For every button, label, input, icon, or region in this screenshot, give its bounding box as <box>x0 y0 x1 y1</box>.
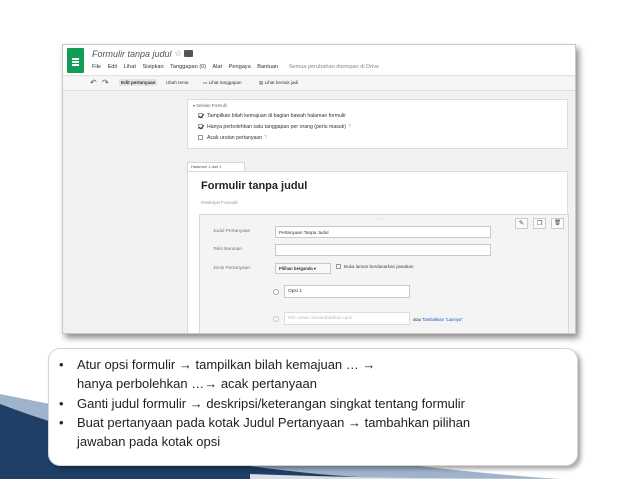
help-icon[interactable]: ? <box>348 124 351 130</box>
undo-icon[interactable]: ↶ <box>90 79 97 87</box>
progress-bar-option-label: Tampilkan bilah kemajuan di bagian bawah… <box>207 113 346 119</box>
add-other-prefix: atau <box>413 317 422 322</box>
shuffle-questions-option[interactable]: Acak urutan pertanyaan? <box>198 135 267 141</box>
option-1-input[interactable]: Opsi 1 <box>284 285 410 298</box>
view-live-form-label: Lihat bentuk jadi <box>264 80 299 85</box>
menu-help[interactable]: Bantuan <box>257 64 278 70</box>
bullet-1-line-2: hanya perbolehkan …→ acak pertanyaan <box>77 376 317 391</box>
question-title-label: Judul Pertanyaan <box>213 229 251 234</box>
slide: Formulir tanpa judul ☆ File Edit Lihat S… <box>0 0 638 479</box>
checkbox-icon[interactable] <box>198 113 203 118</box>
question-editor: :::: ✎ ❐ 🗑 Judul Pertanyaan Pertanyaan T… <box>199 214 569 333</box>
radio-icon <box>273 289 279 295</box>
form-card: Formulir tanpa judul Deskripsi Formulir … <box>187 171 569 333</box>
delete-icon[interactable]: 🗑 <box>551 218 564 229</box>
form-description-field[interactable]: Deskripsi Formulir <box>201 200 238 205</box>
question-type-value: Pilihan berganda <box>279 266 313 271</box>
menu-responses[interactable]: Tanggapan (0) <box>170 64 206 70</box>
help-text-label: Teks Bantuan <box>213 247 243 252</box>
instructions-callout: • Atur opsi formulir → tampilkan bilah k… <box>48 348 578 466</box>
checkbox-icon[interactable] <box>198 124 203 129</box>
bullet-3-line-2: jawaban pada kotak opsi <box>77 434 221 449</box>
form-settings-title[interactable]: ▾ Setelan Formulir <box>193 103 227 108</box>
menu-edit[interactable]: Edit <box>108 64 118 70</box>
menu-view[interactable]: Lihat <box>124 64 136 70</box>
edit-icon[interactable]: ✎ <box>515 218 528 229</box>
menu-tools[interactable]: Alat <box>212 64 222 70</box>
redo-icon[interactable]: ↷ <box>102 79 109 87</box>
folder-icon[interactable] <box>184 50 193 57</box>
bullet-1-line-1: Atur opsi formulir → tampilkan bilah kem… <box>77 357 376 372</box>
toolbar: ↶ ↷ Edit pertanyaan Ubah tema ▭ Lihat ta… <box>63 77 575 91</box>
bullet-marker: • <box>59 357 64 372</box>
add-option-input[interactable]: Klik untuk menambahkan opsi <box>284 312 410 325</box>
app-header: Formulir tanpa judul ☆ File Edit Lihat S… <box>63 45 575 76</box>
forms-screenshot: Formulir tanpa judul ☆ File Edit Lihat S… <box>62 44 576 334</box>
bullet-2-line-1: Ganti judul formulir → deskripsi/keteran… <box>77 396 466 411</box>
checkbox-icon[interactable] <box>336 264 341 269</box>
goto-page-label: Buka laman berdasarkan jawaban <box>344 264 414 269</box>
page-label: Halaman 1 dari 1 <box>187 162 245 171</box>
form-title[interactable]: Formulir tanpa judul <box>201 180 307 192</box>
change-theme-button[interactable]: Ubah tema <box>166 80 188 85</box>
bullet-marker: • <box>59 415 64 430</box>
radio-icon <box>273 316 279 322</box>
form-settings-title-text: Setelan Formulir <box>196 103 227 108</box>
question-title-input[interactable]: Pertanyaan Tanpa Judul <box>275 226 491 238</box>
duplicate-icon[interactable]: ❐ <box>533 218 546 229</box>
one-response-option-label: Hanya perbolehkan satu tanggapan per ora… <box>207 124 346 130</box>
view-live-form-button[interactable]: ▤ Lihat bentuk jadi <box>259 80 298 86</box>
question-type-select[interactable]: Pilihan berganda ▾ <box>275 263 331 274</box>
google-forms-icon[interactable] <box>67 48 84 73</box>
help-icon[interactable]: ? <box>264 135 267 141</box>
edit-questions-button[interactable]: Edit pertanyaan <box>119 79 158 86</box>
star-icon[interactable]: ☆ <box>174 48 182 59</box>
bullet-marker: • <box>59 396 64 411</box>
menu-file[interactable]: File <box>92 64 101 70</box>
view-responses-button[interactable]: ▭ Lihat tanggapan <box>203 80 242 86</box>
chevron-down-icon: ▾ <box>313 266 317 271</box>
add-other-text: atau Tambahkan "Lainnya" <box>413 317 463 322</box>
add-other-link[interactable]: Tambahkan "Lainnya" <box>422 317 462 322</box>
progress-bar-option[interactable]: Tampilkan bilah kemajuan di bagian bawah… <box>198 113 346 119</box>
drag-handle[interactable]: :::: <box>376 216 382 221</box>
document-title[interactable]: Formulir tanpa judul <box>92 49 172 59</box>
checkbox-icon[interactable] <box>198 135 203 140</box>
help-text-input[interactable] <box>275 244 491 256</box>
menu-addons[interactable]: Pengaya <box>229 64 251 70</box>
one-response-option[interactable]: Hanya perbolehkan satu tanggapan per ora… <box>198 124 351 130</box>
view-responses-label: Lihat tanggapan <box>208 80 242 85</box>
menu-insert[interactable]: Sisipkan <box>142 64 163 70</box>
shuffle-questions-option-label: Acak urutan pertanyaan <box>207 135 263 141</box>
form-settings-panel: ▾ Setelan Formulir Tampilkan bilah kemaj… <box>187 99 568 149</box>
question-type-label: Jenis Pertanyaan <box>213 266 251 271</box>
goto-page-option[interactable]: Buka laman berdasarkan jawaban <box>336 264 413 269</box>
save-status: Semua perubahan disimpan di Drive <box>288 64 380 70</box>
bullet-3-line-1: Buat pertanyaan pada kotak Judul Pertany… <box>77 415 471 430</box>
menu-bar: File Edit Lihat Sisipkan Tanggapan (0) A… <box>92 64 384 70</box>
